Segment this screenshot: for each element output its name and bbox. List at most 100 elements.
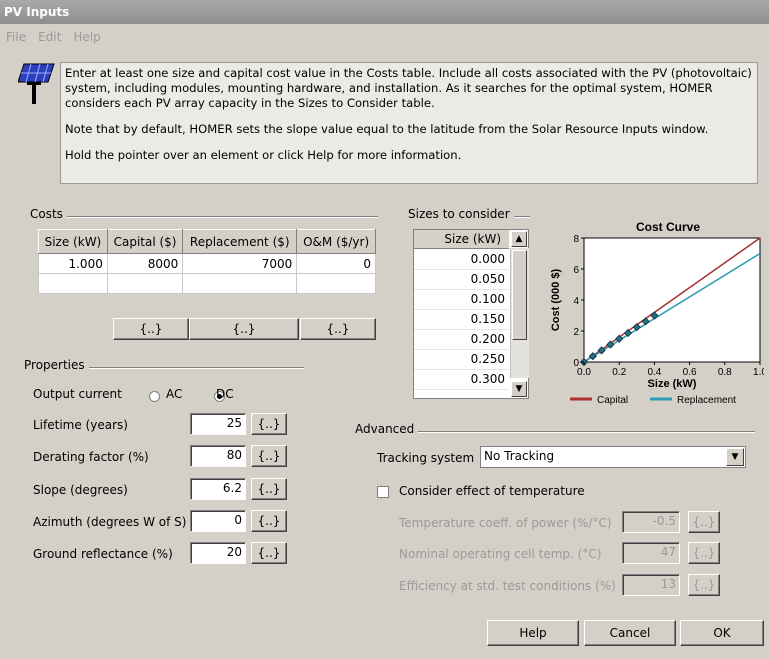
ac-radio-label[interactable]: AC — [166, 385, 182, 403]
costs-cell-capital[interactable]: 8000 — [106, 253, 184, 274]
costs-group-line — [30, 216, 378, 218]
costs-cell-empty[interactable] — [182, 273, 298, 294]
y-tick-label: 2 — [573, 327, 579, 338]
x-tick-label: 1.0 — [753, 367, 764, 378]
help-button[interactable]: Help — [487, 620, 579, 646]
cancel-button[interactable]: Cancel — [584, 620, 676, 646]
costs-cell-empty[interactable] — [38, 273, 108, 294]
temp-coeff-sensitivity-button[interactable]: {..} — [688, 511, 720, 533]
costs-cell-empty[interactable] — [106, 273, 184, 294]
y-tick-label: 8 — [573, 234, 579, 245]
instructions-box: Enter at least one size and capital cost… — [60, 62, 758, 184]
x-tick-label: 0.4 — [647, 367, 661, 378]
capital-sensitivity-button[interactable]: {..} — [113, 318, 189, 340]
tracking-system-select[interactable]: No Tracking ▼ — [480, 446, 746, 468]
x-tick-label: 0.2 — [612, 367, 626, 378]
menu-bar: File Edit Help — [0, 30, 107, 50]
efficiency-input[interactable]: 13 — [622, 574, 680, 596]
slope-sensitivity-button[interactable]: {..} — [251, 478, 287, 500]
table-row — [38, 273, 376, 294]
scroll-up-icon[interactable]: ▲ — [511, 231, 527, 247]
ground-reflectance-input[interactable]: 20 — [190, 542, 246, 564]
x-tick-label: 0.0 — [577, 367, 591, 378]
cost-curve-chart: Cost Curve 024680.00.20.40.60.81.0 Size … — [550, 220, 764, 406]
costs-table: Size (kW) Capital ($) Replacement ($) O&… — [38, 229, 376, 294]
ac-radio[interactable] — [149, 391, 160, 402]
x-tick-label: 0.8 — [718, 367, 732, 378]
tracking-system-label: Tracking system — [377, 451, 475, 465]
costs-col-size: Size (kW) — [38, 229, 108, 254]
costs-col-om: O&M ($/yr) — [296, 229, 376, 254]
chart-plot-area: 024680.00.20.40.60.81.0 — [573, 234, 764, 378]
window-title: PV Inputs — [4, 5, 70, 19]
temperature-checkbox-label[interactable]: Consider effect of temperature — [399, 482, 585, 500]
derating-sensitivity-button[interactable]: {..} — [251, 445, 287, 467]
list-item[interactable]: 0.250 — [414, 350, 509, 370]
chart-x-axis-label: Size (kW) — [648, 378, 697, 390]
slope-input[interactable]: 6.2 — [190, 478, 246, 500]
ground-reflectance-sensitivity-button[interactable]: {..} — [251, 542, 287, 564]
replacement-sensitivity-button[interactable]: {..} — [189, 318, 299, 340]
x-tick-label: 0.6 — [683, 367, 697, 378]
solar-panel-icon — [18, 63, 55, 104]
azimuth-sensitivity-button[interactable]: {..} — [251, 510, 287, 532]
lifetime-label: Lifetime (years) — [33, 418, 128, 432]
list-item[interactable]: 0.150 — [414, 310, 509, 330]
lifetime-input[interactable]: 25 — [190, 413, 246, 435]
list-item[interactable]: 0.050 — [414, 270, 509, 290]
costs-cell-replacement[interactable]: 7000 — [182, 253, 298, 274]
scroll-thumb[interactable] — [512, 250, 527, 340]
derating-input[interactable]: 80 — [190, 445, 246, 467]
list-item[interactable]: 0.200 — [414, 330, 509, 350]
costs-cell-empty[interactable] — [296, 273, 376, 294]
temp-coeff-label: Temperature coeff. of power (%/°C) — [399, 516, 612, 530]
temperature-checkbox[interactable] — [377, 486, 389, 498]
efficiency-sensitivity-button[interactable]: {..} — [688, 574, 720, 596]
costs-cell-om[interactable]: 0 — [296, 253, 376, 274]
output-current-label: Output current — [33, 387, 122, 401]
chevron-down-icon[interactable]: ▼ — [726, 448, 744, 466]
list-item[interactable]: 0.100 — [414, 290, 509, 310]
costs-table-header: Size (kW) Capital ($) Replacement ($) O&… — [38, 229, 376, 254]
advanced-group-label: Advanced — [355, 422, 419, 436]
costs-cell-size[interactable]: 1.000 — [38, 253, 108, 274]
menu-edit[interactable]: Edit — [38, 30, 61, 44]
tracking-system-value: No Tracking — [484, 449, 555, 463]
derating-label: Derating factor (%) — [33, 450, 149, 464]
costs-col-capital: Capital ($) — [106, 229, 184, 254]
azimuth-input[interactable]: 0 — [190, 510, 246, 532]
temp-coeff-input[interactable]: -0.5 — [622, 511, 680, 533]
chart-title: Cost Curve — [636, 220, 700, 234]
ok-button[interactable]: OK — [680, 620, 764, 646]
instructions-paragraph-1: Enter at least one size and capital cost… — [65, 66, 752, 110]
instructions-paragraph-2: Note that by default, HOMER sets the slo… — [65, 122, 709, 136]
list-item[interactable]: 0.300 — [414, 370, 509, 390]
title-bar: PV Inputs — [0, 0, 769, 24]
sizes-header: Size (kW) — [414, 230, 509, 249]
sizes-scrollbar[interactable] — [510, 248, 529, 378]
lifetime-sensitivity-button[interactable]: {..} — [251, 413, 287, 435]
list-item[interactable]: 0.000 — [414, 250, 509, 270]
efficiency-label: Efficiency at std. test conditions (%) — [399, 579, 616, 593]
slope-label: Slope (degrees) — [33, 483, 128, 497]
azimuth-label: Azimuth (degrees W of S) — [33, 515, 187, 529]
noct-label: Nominal operating cell temp. (°C) — [399, 547, 602, 561]
legend-replacement-label: Replacement — [677, 395, 736, 406]
sizes-group-label: Sizes to consider — [408, 207, 514, 221]
legend-capital-label: Capital — [597, 395, 628, 406]
table-row: 1.000 8000 7000 0 — [38, 253, 376, 274]
noct-input[interactable]: 47 — [622, 542, 680, 564]
sizes-list[interactable]: Size (kW) ▲ 0.000 0.050 0.100 0.150 0.20… — [413, 229, 529, 399]
menu-help[interactable]: Help — [73, 30, 100, 44]
noct-sensitivity-button[interactable]: {..} — [688, 542, 720, 564]
scroll-down-icon[interactable]: ▼ — [511, 381, 527, 397]
chart-y-axis-label: Cost (000 $) — [550, 268, 562, 331]
y-tick-label: 4 — [573, 296, 579, 307]
om-sensitivity-button[interactable]: {..} — [300, 318, 376, 340]
menu-file[interactable]: File — [6, 30, 26, 44]
costs-group-label: Costs — [30, 207, 67, 221]
y-tick-label: 6 — [573, 265, 579, 276]
sizes-values: 0.000 0.050 0.100 0.150 0.200 0.250 0.30… — [414, 250, 509, 390]
dc-radio-label[interactable]: DC — [216, 385, 234, 403]
properties-group-label: Properties — [24, 358, 89, 372]
